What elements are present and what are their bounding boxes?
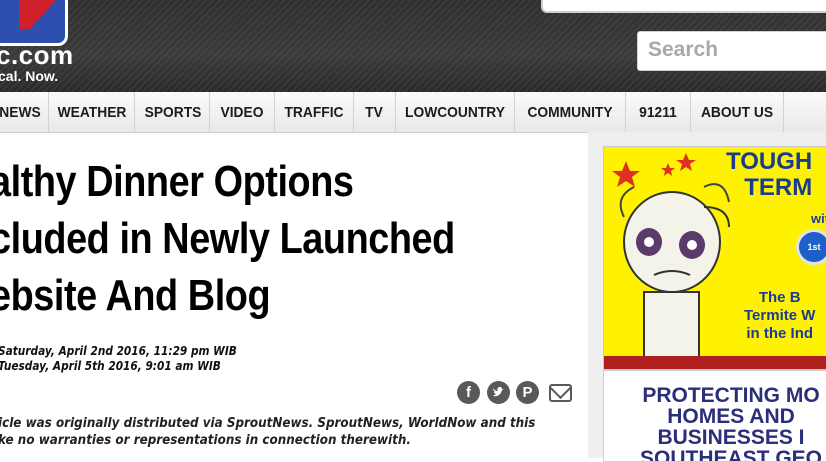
headline-line: cluded in Newly Launched bbox=[0, 214, 455, 263]
termite-ad[interactable]: TOUGH TERM with 1st The B Termite W in t… bbox=[603, 146, 826, 370]
nav-item-lowcountry[interactable]: LOWCOUNTRY bbox=[403, 92, 508, 132]
disclaimer-line: ke no warranties or representations in c… bbox=[0, 433, 411, 448]
article-dates: Saturday, April 2nd 2016, 11:29 pm WIB T… bbox=[0, 344, 237, 374]
ad-title-line: TOUGH bbox=[726, 148, 813, 175]
nav-item-about-us[interactable]: ABOUT US bbox=[697, 92, 778, 132]
headline-line: althy Dinner Options bbox=[0, 157, 354, 206]
nav-item-91211[interactable]: 91211 bbox=[630, 92, 685, 132]
disclaimer-line: icle was originally distributed via Spro… bbox=[0, 416, 536, 431]
nav-item-news[interactable]: NEWS bbox=[0, 92, 42, 132]
site-header: c.com cal. Now. bbox=[0, 0, 826, 92]
updated-date: Tuesday, April 5th 2016, 9:01 am WIB bbox=[0, 359, 221, 373]
main-nav: NEWS WEATHER SPORTS VIDEO TRAFFIC TV LOW… bbox=[0, 92, 826, 133]
ad2-text: PROTECTING MO HOMES AND BUSINESSES I SOU… bbox=[616, 384, 826, 462]
ad-subtitle-line: in the Ind bbox=[746, 325, 814, 342]
search-input[interactable] bbox=[638, 32, 826, 68]
search-box[interactable] bbox=[637, 31, 826, 71]
nav-item-tv[interactable]: TV bbox=[357, 92, 390, 132]
top-banner-box bbox=[541, 0, 826, 13]
tagline: cal. Now. bbox=[0, 68, 59, 84]
posted-date: Saturday, April 2nd 2016, 11:29 pm WIB bbox=[0, 344, 237, 358]
logo-text[interactable]: c.com bbox=[0, 40, 74, 71]
twitter-icon[interactable] bbox=[487, 381, 510, 404]
award-ribbon-icon: 1st bbox=[796, 229, 826, 265]
ad-subtitle: The B Termite W in the Ind bbox=[744, 289, 815, 343]
article-headline: althy Dinner Options cluded in Newly Lau… bbox=[0, 153, 497, 324]
ad-title-line: TERM bbox=[744, 174, 813, 201]
termite-cartoon-icon bbox=[612, 153, 730, 358]
facebook-icon[interactable]: f bbox=[457, 381, 480, 404]
nav-item-video[interactable]: VIDEO bbox=[214, 92, 269, 132]
ad2-line: BUSINESSES I bbox=[657, 426, 805, 449]
ad-with: with bbox=[811, 211, 826, 226]
nav-item-traffic[interactable]: TRAFFIC bbox=[281, 92, 347, 132]
pinterest-icon[interactable]: P bbox=[516, 381, 539, 404]
ad2-line: PROTECTING MO bbox=[642, 384, 820, 407]
headline-line: ebsite And Blog bbox=[0, 271, 271, 320]
ad2-line: SOUTHEAST GEO bbox=[639, 447, 823, 462]
ad-subtitle-line: The B bbox=[758, 289, 801, 306]
protection-ad[interactable]: PROTECTING MO HOMES AND BUSINESSES I SOU… bbox=[603, 370, 826, 462]
ad-subtitle-line: Termite W bbox=[744, 307, 816, 324]
article-disclaimer: icle was originally distributed via Spro… bbox=[0, 415, 559, 449]
nav-item-weather[interactable]: WEATHER bbox=[55, 92, 129, 132]
email-icon[interactable] bbox=[549, 384, 572, 402]
ad-band bbox=[604, 356, 826, 369]
ad-title: TOUGH TERM bbox=[726, 149, 812, 201]
nav-item-sports[interactable]: SPORTS bbox=[141, 92, 205, 132]
nav-item-community[interactable]: COMMUNITY bbox=[521, 92, 619, 132]
ad2-line: HOMES AND bbox=[667, 405, 795, 428]
